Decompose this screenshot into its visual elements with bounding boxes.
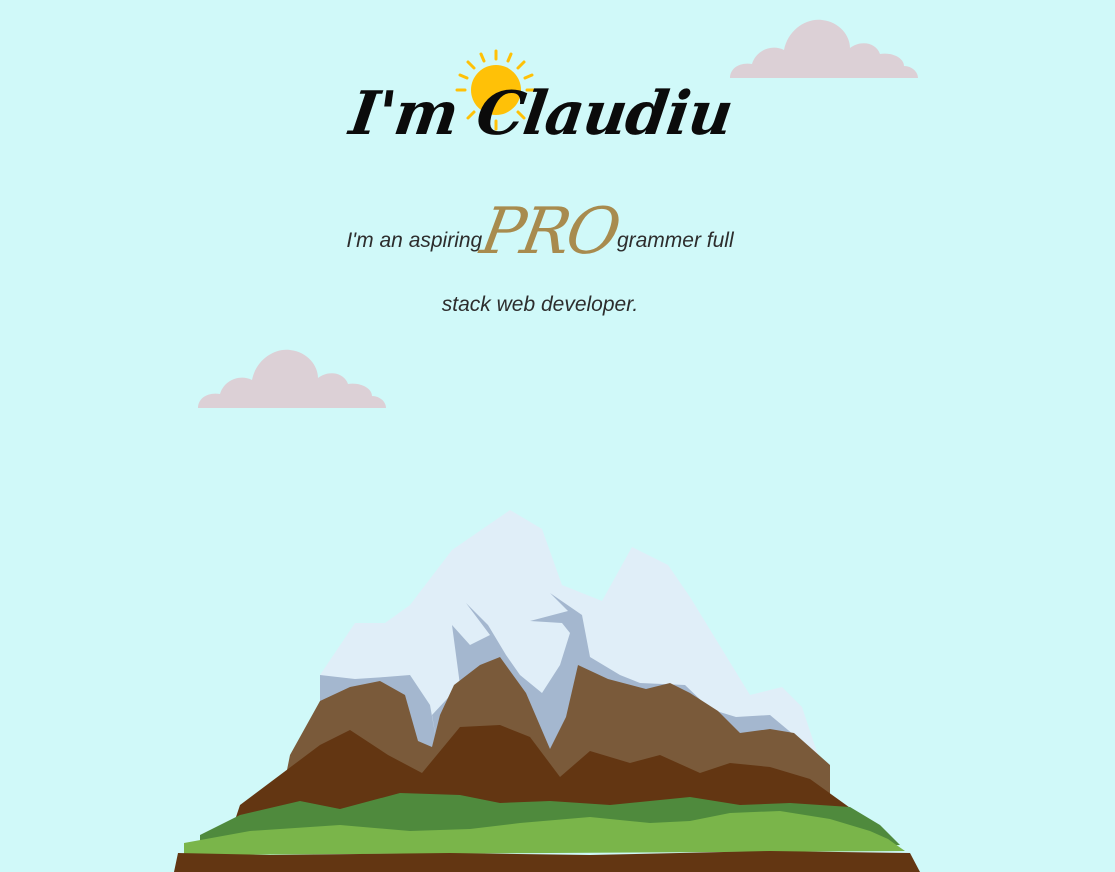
cloud-icon xyxy=(730,19,918,78)
tagline-line-2: stack web developer. xyxy=(441,293,639,316)
cloud-icon xyxy=(198,349,386,408)
pro-highlight: PRO xyxy=(475,195,624,269)
tagline: I'm an aspiringPROgrammer full stack web… xyxy=(340,195,740,337)
mountain-illustration xyxy=(174,510,920,872)
landing-hero: I'm Claudiu I'm an aspiringPROgrammer fu… xyxy=(0,0,1115,872)
page-title: I'm Claudiu xyxy=(345,79,737,149)
tagline-text-before: I'm an aspiring xyxy=(346,229,483,252)
tagline-text-after: grammer full xyxy=(616,229,734,252)
